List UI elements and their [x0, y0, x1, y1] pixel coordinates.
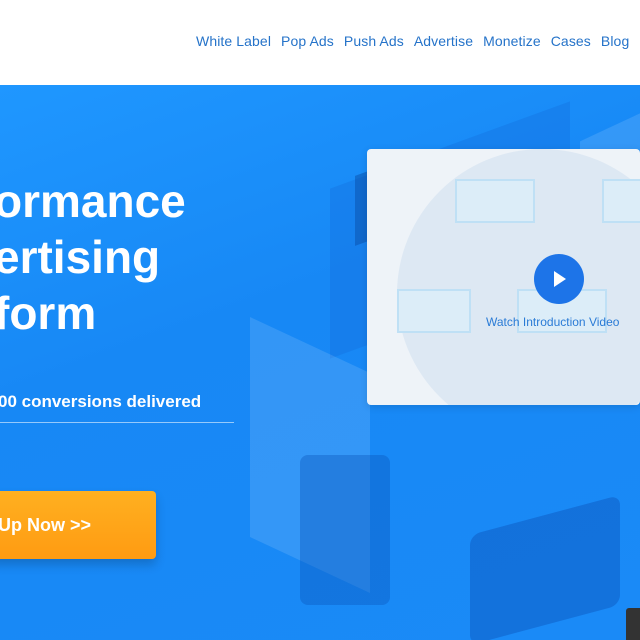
decorative-device: [300, 455, 390, 605]
video-illustration-box: [397, 289, 471, 333]
headline-line: ormance: [0, 175, 186, 227]
corner-widget[interactable]: [626, 608, 640, 640]
hero-headline: ormance ertising form: [0, 173, 186, 341]
nav-cases[interactable]: Cases: [551, 33, 591, 49]
subtitle-divider: [0, 422, 234, 423]
play-icon: [554, 271, 566, 287]
nav-advertise[interactable]: Advertise: [414, 33, 473, 49]
top-navigation: White Label Pop Ads Push Ads Advertise M…: [0, 0, 640, 85]
play-button[interactable]: [534, 254, 584, 304]
video-illustration-box: [602, 179, 640, 223]
nav-monetize[interactable]: Monetize: [483, 33, 541, 49]
hero-subtitle: 00 conversions delivered: [0, 392, 202, 411]
nav-links: White Label Pop Ads Push Ads Advertise M…: [196, 33, 639, 49]
signup-button[interactable]: Up Now >>: [0, 491, 156, 559]
headline-line: ertising: [0, 231, 161, 283]
nav-blog[interactable]: Blog: [601, 33, 629, 49]
nav-white-label[interactable]: White Label: [196, 33, 271, 49]
watch-video-label[interactable]: Watch Introduction Video: [486, 315, 619, 329]
nav-pop-ads[interactable]: Pop Ads: [281, 33, 334, 49]
video-illustration-box: [455, 179, 535, 223]
decorative-mouse: [470, 494, 620, 640]
nav-push-ads[interactable]: Push Ads: [344, 33, 404, 49]
intro-video-card[interactable]: Watch Introduction Video: [367, 149, 640, 405]
headline-line: form: [0, 287, 97, 339]
